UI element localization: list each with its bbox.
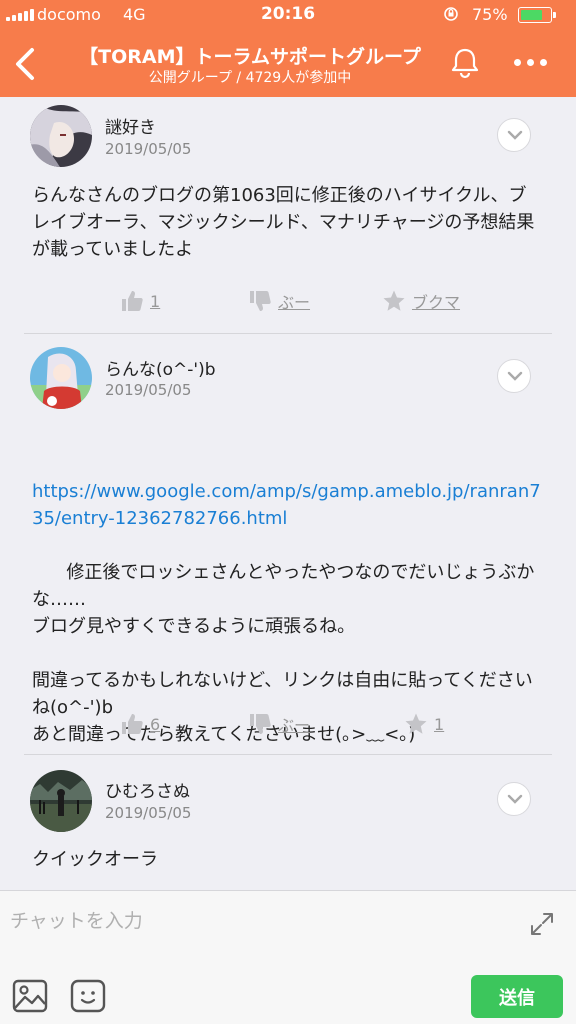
comment-author[interactable]: らんな(o^-')b (105, 355, 216, 380)
comment-item: ひむろさぬ 2019/05/05 クイックオーラ (0, 758, 576, 890)
bell-icon[interactable] (448, 46, 482, 80)
boo-button[interactable]: ぶー (248, 289, 310, 313)
app-header: docomo 4G 20:16 75% 【TORAM】トーラムサポートグループ … (0, 0, 576, 97)
divider (24, 333, 552, 334)
expand-icon[interactable] (528, 910, 556, 938)
battery-tip (553, 12, 556, 18)
comment-link[interactable]: https://www.google.com/amp/s/gamp.ameblo… (32, 478, 542, 532)
rotation-lock-icon (444, 7, 458, 21)
like-button[interactable]: 6 (120, 712, 160, 736)
comment-menu-button[interactable] (497, 359, 531, 393)
status-bar: docomo 4G 20:16 75% (0, 0, 576, 30)
boo-label: ぶー (278, 293, 311, 312)
boo-label: ぶー (278, 716, 311, 735)
comment-actions: 1 ぶー ブクマ (0, 289, 576, 319)
comment-body: らんなさんのブログの第1063回に修正後のハイサイクル、ブレイブオーラ、マジック… (32, 185, 535, 260)
comment-date: 2019/05/05 (105, 140, 192, 158)
comment-date: 2019/05/05 (105, 381, 192, 399)
comment-item: らんな(o^-')b 2019/05/05 https://www.google… (0, 335, 576, 755)
chevron-down-icon (507, 130, 523, 140)
star-icon (405, 713, 427, 734)
comment-author[interactable]: 謎好き (105, 113, 156, 138)
thumbs-down-icon (250, 291, 271, 311)
chat-input[interactable] (10, 901, 510, 941)
star-icon (383, 290, 405, 311)
bookmark-label: ブクマ (412, 293, 461, 312)
comment-menu-button[interactable] (497, 782, 531, 816)
bookmark-button[interactable]: 1 (404, 712, 444, 736)
group-subtitle: 公開グループ / 4729人が参加中 (148, 70, 352, 86)
thumbs-up-icon (122, 714, 143, 734)
comment-date: 2019/05/05 (105, 804, 192, 822)
avatar[interactable] (30, 770, 92, 832)
battery-icon (518, 7, 552, 23)
avatar[interactable] (30, 347, 92, 409)
more-dots-icon[interactable] (514, 52, 554, 72)
bookmark-button[interactable]: ブクマ (382, 289, 460, 313)
thumbs-down-icon (250, 714, 271, 734)
chevron-down-icon (507, 794, 523, 804)
comment-item: 謎好き 2019/05/05 らんなさんのブログの第1063回に修正後のハイサイ… (0, 97, 576, 334)
comment-menu-button[interactable] (497, 118, 531, 152)
comment-feed[interactable]: 謎好き 2019/05/05 らんなさんのブログの第1063回に修正後のハイサイ… (0, 97, 576, 890)
avatar[interactable] (30, 105, 92, 167)
thumbs-up-icon (122, 291, 143, 311)
like-count: 1 (150, 291, 161, 311)
group-title: 【TORAM】トーラムサポートグループ (79, 46, 421, 68)
sticker-icon[interactable] (70, 978, 106, 1014)
boo-button[interactable]: ぶー (248, 712, 310, 736)
battery-percent: 75% (472, 5, 508, 24)
comment-actions: 6 ぶー 1 (0, 712, 576, 742)
photo-icon[interactable] (12, 978, 48, 1014)
send-button[interactable]: 送信 (471, 975, 563, 1018)
like-button[interactable]: 1 (120, 289, 160, 313)
divider (24, 754, 552, 755)
comment-author[interactable]: ひむろさぬ (105, 777, 190, 802)
like-count: 6 (150, 714, 161, 734)
back-chevron-icon[interactable] (12, 46, 40, 82)
comment-body: クイックオーラ (32, 849, 158, 870)
bookmark-count: 1 (434, 714, 445, 734)
chevron-down-icon (507, 371, 523, 381)
